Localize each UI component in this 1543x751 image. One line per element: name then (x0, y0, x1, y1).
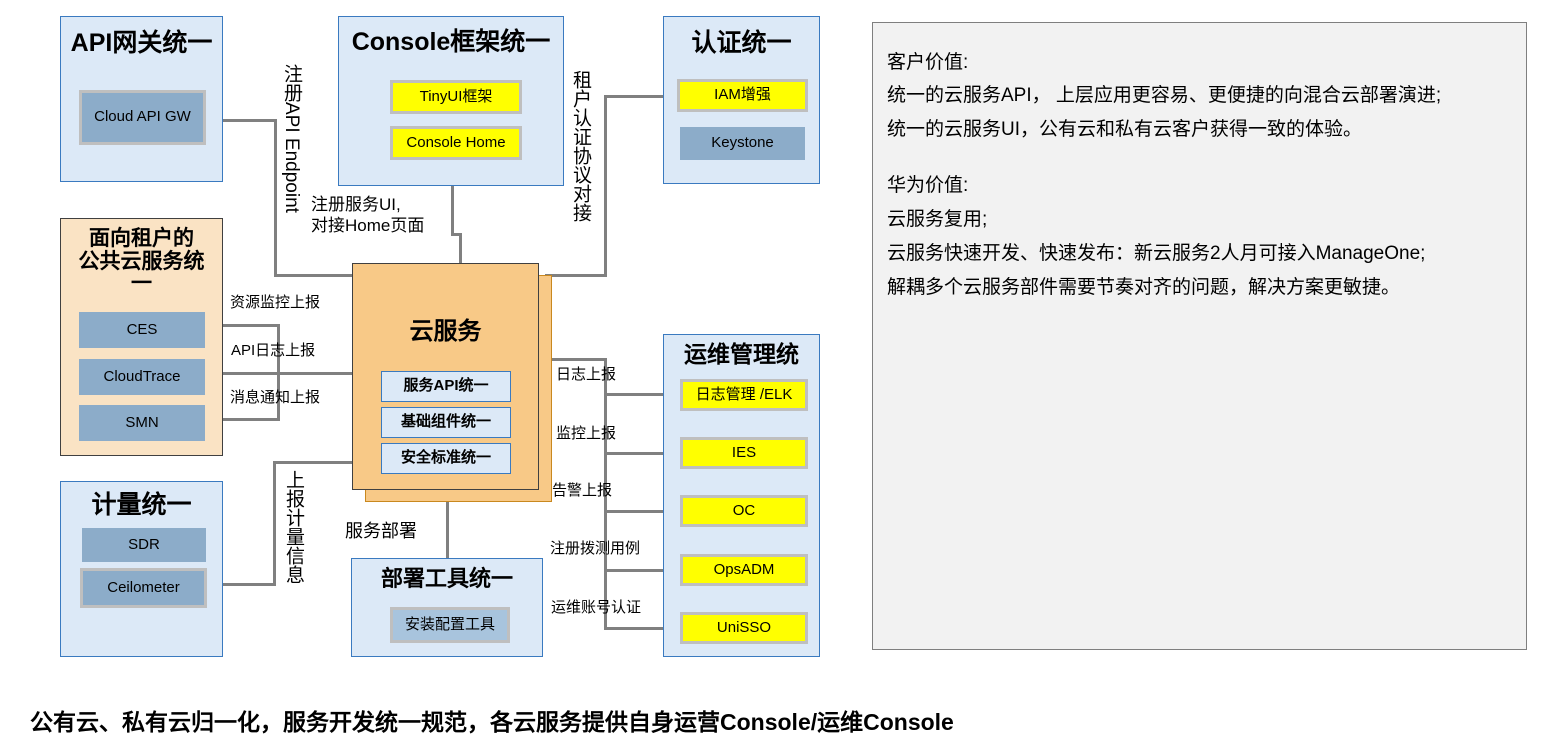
chip-console-home[interactable]: Console Home (390, 126, 522, 160)
label-api-log-report: API日志上报 (231, 342, 316, 359)
group-deploy-tool: 部署工具统一 安装配置工具 (351, 558, 543, 657)
group-console-framework: Console框架统一 TinyUI框架 Console Home (338, 16, 564, 186)
value-section-customer-line-2: 统一的云服务UI，公有云和私有云客户获得一致的体验。 (887, 119, 1363, 140)
connector-ops-alarm (604, 510, 666, 513)
chip-cloud-api-gw-label: Cloud API GW (94, 108, 191, 126)
value-section-huawei-line-1: 云服务复用; (887, 209, 988, 230)
chip-log-management-label: 日志管理 /ELK (695, 385, 793, 403)
connector-auth-horizontal (606, 95, 666, 98)
chip-service-api-unified-label: 服务API统一 (403, 377, 489, 395)
value-proposition-panel: 客户价值: 统一的云服务API， 上层应用更容易、更便捷的向混合云部署演进; 统… (872, 22, 1527, 650)
connector-cloud-to-bus (545, 358, 607, 361)
connector-ops-dialtest (604, 569, 666, 572)
label-tenant-auth-protocol: 租户认证协议对接 (569, 70, 591, 222)
group-metering-title: 计量统一 (91, 491, 192, 519)
group-api-gateway: API网关统一 Cloud API GW (60, 16, 223, 182)
value-section-customer-heading: 客户价值: (887, 52, 969, 73)
connector-ops-log (604, 393, 666, 396)
chip-sdr[interactable]: SDR (82, 528, 206, 562)
chip-oc-label: OC (732, 501, 756, 519)
chip-log-management[interactable]: 日志管理 /ELK (680, 379, 808, 411)
value-panel-spacer (887, 147, 1526, 169)
chip-keystone[interactable]: Keystone (680, 127, 805, 160)
connector-metering-to-cloud (273, 461, 355, 464)
label-resource-monitor-report: 资源监控上报 (230, 294, 321, 311)
chip-tinyui-label: TinyUI框架 (419, 87, 493, 105)
chip-ies-label: IES (731, 443, 757, 461)
group-console-framework-title: Console框架统一 (351, 28, 551, 56)
connector-auth-riser (604, 95, 607, 277)
chip-ies[interactable]: IES (680, 437, 808, 469)
value-section-huawei: 华为价值: 云服务复用; 云服务快速开发、快速发布：新云服务2人月可接入Mana… (887, 169, 1526, 305)
group-metering: 计量统一 SDR Ceilometer (60, 481, 223, 657)
label-log-report: 日志上报 (556, 366, 617, 383)
connector-metering-riser (273, 461, 276, 586)
connector-deploytool-up (446, 500, 449, 562)
label-service-deploy: 服务部署 (345, 521, 417, 541)
chip-oc[interactable]: OC (680, 495, 808, 527)
label-register-dial-test: 注册拨测用例 (550, 540, 641, 557)
chip-base-component-unified[interactable]: 基础组件统一 (381, 407, 511, 438)
chip-keystone-label: Keystone (711, 134, 774, 152)
connector-ops-sso (604, 627, 666, 630)
chip-cloud-api-gw[interactable]: Cloud API GW (79, 90, 206, 145)
chip-unisso-label: UniSSO (716, 618, 772, 636)
label-register-api-endpoint: 注册API Endpoint (280, 64, 302, 213)
cloud-service-title: 云服务 (409, 318, 482, 345)
group-auth-title: 认证统一 (691, 29, 792, 57)
chip-ceilometer-label: Ceilometer (107, 578, 180, 596)
label-message-notify-report: 消息通知上报 (230, 389, 321, 406)
group-tenant-public-cloud-title: 面向租户的 公共云服务统 一 (78, 227, 205, 296)
label-report-metering-info: 上报计量信息 (282, 470, 304, 584)
value-section-customer: 客户价值: 统一的云服务API， 上层应用更容易、更便捷的向混合云部署演进; 统… (887, 47, 1526, 147)
connector-ops-monitor (604, 452, 666, 455)
chip-tinyui[interactable]: TinyUI框架 (390, 80, 522, 114)
group-deploy-tool-title: 部署工具统一 (380, 566, 513, 591)
group-ops-management-title: 运维管理统 (684, 341, 799, 367)
group-api-gateway-title: API网关统一 (70, 29, 213, 57)
chip-install-config-tool[interactable]: 安装配置工具 (390, 607, 510, 643)
chip-opsadm[interactable]: OpsADM (680, 554, 808, 586)
connector-console-down (451, 185, 454, 235)
cloud-service-box: 云服务 服务API统一 基础组件统一 安全标准统一 (352, 263, 539, 490)
chip-smn[interactable]: SMN (79, 405, 205, 441)
value-section-huawei-line-2: 云服务快速开发、快速发布：新云服务2人月可接入ManageOne; (887, 243, 1426, 264)
label-alarm-report: 告警上报 (552, 482, 613, 499)
chip-unisso[interactable]: UniSSO (680, 612, 808, 644)
chip-security-standard-unified-label: 安全标准统一 (400, 449, 491, 467)
chip-smn-label: SMN (125, 413, 159, 431)
chip-install-config-tool-label: 安装配置工具 (404, 615, 495, 633)
connector-apigw-riser (274, 119, 277, 276)
chip-iam-label: IAM增强 (714, 86, 771, 104)
value-section-customer-line-1: 统一的云服务API， 上层应用更容易、更便捷的向混合云部署演进; (887, 85, 1442, 106)
label-ops-account-auth: 运维账号认证 (551, 599, 642, 616)
value-section-huawei-heading: 华为价值: (887, 175, 969, 196)
value-section-huawei-line-3: 解耦多个云服务部件需要节奏对齐的问题，解决方案更敏捷。 (887, 277, 1401, 298)
label-monitor-report: 监控上报 (556, 425, 617, 442)
footer-caption: 公有云、私有云归一化，服务开发统一规范，各云服务提供自身运营Console/运维… (30, 709, 954, 735)
group-tenant-public-cloud: 面向租户的 公共云服务统 一 CES CloudTrace SMN (60, 218, 223, 456)
chip-ces-label: CES (126, 320, 158, 338)
label-register-service-ui: 注册服务UI, 对接Home页面 (311, 195, 425, 235)
connector-tenant-to-cloud (277, 372, 355, 375)
chip-iam[interactable]: IAM增强 (677, 79, 808, 112)
group-auth: 认证统一 IAM增强 Keystone (663, 16, 820, 184)
chip-service-api-unified[interactable]: 服务API统一 (381, 371, 511, 402)
chip-sdr-label: SDR (128, 535, 160, 553)
diagram-canvas: API网关统一 Cloud API GW Console框架统一 TinyUI框… (0, 0, 1543, 751)
chip-ces[interactable]: CES (79, 312, 205, 348)
chip-cloudtrace-label: CloudTrace (103, 367, 181, 385)
chip-base-component-unified-label: 基础组件统一 (400, 413, 491, 431)
chip-console-home-label: Console Home (406, 133, 506, 151)
chip-ceilometer[interactable]: Ceilometer (80, 568, 207, 608)
chip-security-standard-unified[interactable]: 安全标准统一 (381, 443, 511, 474)
chip-cloudtrace[interactable]: CloudTrace (79, 359, 205, 395)
group-ops-management: 运维管理统 日志管理 /ELK IES OC OpsADM UniSSO (663, 334, 820, 657)
chip-opsadm-label: OpsADM (713, 560, 775, 578)
